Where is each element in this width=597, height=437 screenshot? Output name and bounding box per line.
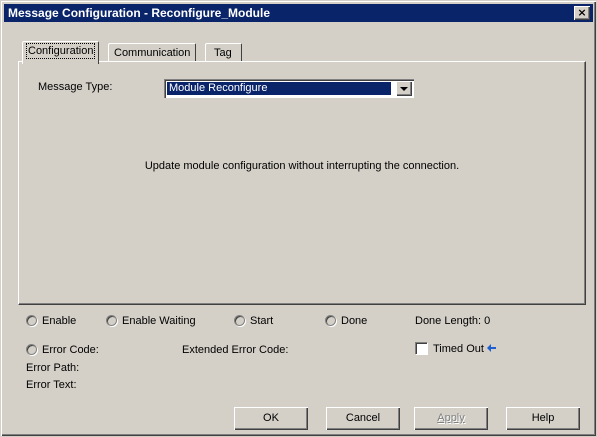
tab-tag[interactable]: Tag: [205, 43, 242, 63]
enable-indicator: Enable: [26, 315, 76, 329]
tab-tag-label: Tag: [214, 47, 232, 59]
radio-icon: [106, 315, 117, 326]
extended-error-code-label: Extended Error Code:: [182, 344, 289, 356]
tab-communication-label: Communication: [114, 47, 191, 59]
enable-label: Enable: [42, 315, 77, 327]
apply-button[interactable]: Apply: [414, 407, 488, 430]
help-button[interactable]: Help: [506, 407, 580, 430]
done-length: Done Length: 0: [415, 315, 491, 327]
error-code-label: Error Code:: [42, 344, 99, 356]
start-indicator: Start: [234, 315, 273, 329]
radio-icon: [325, 315, 336, 326]
enable-waiting-label: Enable Waiting: [122, 315, 196, 327]
timed-out-label: Timed Out: [433, 343, 484, 355]
radio-icon: [26, 344, 37, 355]
done-label: Done: [341, 315, 368, 327]
start-label: Start: [250, 315, 274, 327]
message-type-description: Update module configuration without inte…: [144, 160, 460, 172]
timed-out-checkbox[interactable]: Timed Out: [415, 342, 496, 355]
radio-icon: [234, 315, 245, 326]
message-type-select[interactable]: Module Reconfigure: [164, 79, 414, 98]
message-type-label: Message Type:: [38, 81, 113, 93]
error-path-label: Error Path:: [26, 362, 80, 374]
radio-icon: [26, 315, 37, 326]
done-indicator: Done: [325, 315, 367, 329]
message-configuration-dialog: Message Configuration - Reconfigure_Modu…: [0, 0, 597, 437]
tab-communication[interactable]: Communication: [108, 43, 197, 63]
arrow-left-icon: [486, 343, 496, 352]
title-bar[interactable]: Message Configuration - Reconfigure_Modu…: [4, 4, 593, 22]
window-title: Message Configuration - Reconfigure_Modu…: [8, 6, 271, 20]
message-type-value: Module Reconfigure: [167, 82, 391, 95]
apply-label: Apply: [437, 412, 465, 424]
error-code-indicator: Error Code:: [26, 344, 99, 358]
tab-configuration-label: Configuration: [25, 43, 96, 59]
configuration-panel: Message Type: Module Reconfigure Update …: [18, 61, 586, 305]
checkbox-icon[interactable]: [415, 342, 427, 354]
tab-configuration[interactable]: Configuration: [22, 41, 100, 64]
error-text-label: Error Text:: [26, 379, 77, 391]
chevron-down-icon[interactable]: [396, 81, 412, 96]
close-button[interactable]: ×: [574, 6, 590, 20]
cancel-button[interactable]: Cancel: [326, 407, 400, 430]
ok-button[interactable]: OK: [234, 407, 308, 430]
enable-waiting-indicator: Enable Waiting: [106, 315, 196, 329]
